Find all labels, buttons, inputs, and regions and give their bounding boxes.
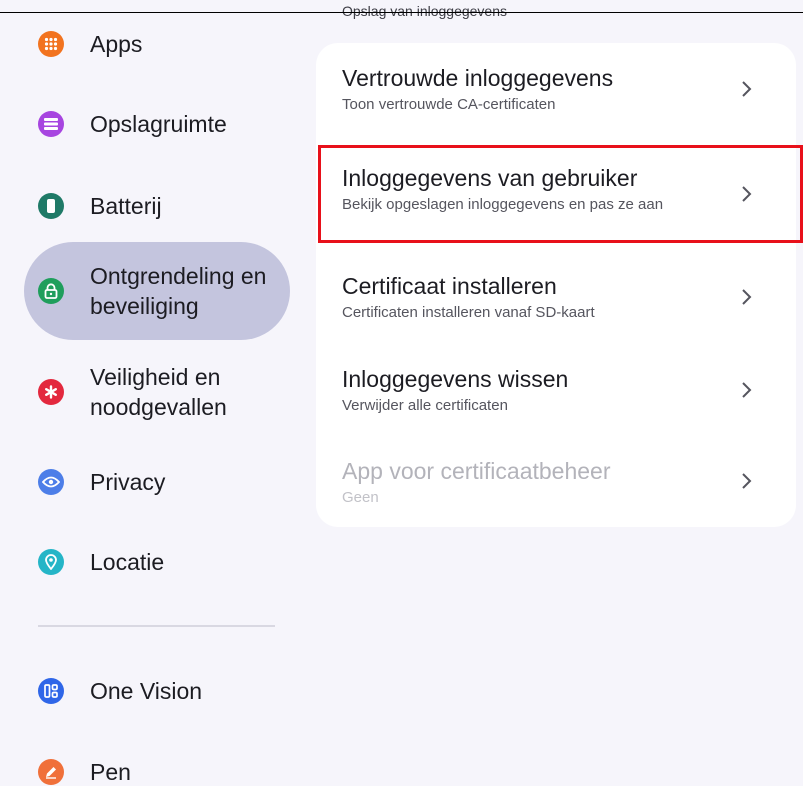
sidebar-item-ontgrendeling-beveiliging[interactable]: Ontgrendeling en beveiliging bbox=[24, 242, 290, 340]
row-certificaat-installeren[interactable]: Certificaat installeren Certificaten ins… bbox=[316, 272, 796, 322]
sidebar-divider bbox=[38, 625, 275, 627]
sidebar-item-label: Locatie bbox=[90, 549, 165, 575]
row-title: Inloggegevens van gebruiker bbox=[342, 165, 638, 191]
sidebar-item-one-vision[interactable]: One Vision bbox=[24, 673, 290, 709]
chevron-right-icon bbox=[740, 286, 754, 308]
sidebar-item-label: One Vision bbox=[90, 678, 203, 704]
row-app-voor-certificaatbeheer: App voor certificaatbeheer Geen bbox=[316, 457, 796, 507]
settings-sidebar: Apps Opslagruimte Batterij Ontgrendeling… bbox=[0, 0, 300, 786]
lock-icon bbox=[38, 278, 64, 304]
sidebar-item-pen[interactable]: Pen bbox=[24, 754, 290, 786]
sidebar-item-label: Batterij bbox=[90, 193, 162, 219]
row-title: Inloggegevens wissen bbox=[342, 366, 569, 392]
section-header: Opslag van inloggegevens bbox=[342, 3, 508, 19]
sidebar-item-label: Privacy bbox=[90, 469, 166, 495]
pen-icon bbox=[38, 759, 64, 785]
privacy-eye-icon bbox=[38, 469, 64, 495]
apps-grid-icon bbox=[38, 31, 64, 57]
row-inloggegevens-van-gebruiker[interactable]: Inloggegevens van gebruiker Bekijk opges… bbox=[316, 164, 796, 214]
row-subtitle: Toon vertrouwde CA-certificaten bbox=[342, 96, 556, 113]
sidebar-item-label: Opslagruimte bbox=[90, 111, 227, 137]
row-vertrouwde-inloggegevens[interactable]: Vertrouwde inloggegevens Toon vertrouwde… bbox=[316, 64, 796, 114]
sidebar-item-apps[interactable]: Apps bbox=[24, 26, 290, 62]
one-vision-icon bbox=[38, 678, 64, 704]
sidebar-item-label: Apps bbox=[90, 31, 143, 57]
storage-icon bbox=[38, 111, 64, 137]
row-title: App voor certificaatbeheer bbox=[342, 458, 611, 484]
battery-icon bbox=[38, 193, 64, 219]
chevron-right-icon bbox=[740, 183, 754, 205]
row-inloggegevens-wissen[interactable]: Inloggegevens wissen Verwijder alle cert… bbox=[316, 365, 796, 415]
row-title: Certificaat installeren bbox=[342, 273, 557, 299]
settings-screen: Apps Opslagruimte Batterij Ontgrendeling… bbox=[0, 0, 803, 786]
row-subtitle: Bekijk opgeslagen inloggegevens en pas z… bbox=[342, 196, 664, 213]
sidebar-item-label: Pen bbox=[90, 759, 131, 785]
sidebar-item-label: Ontgrendeling en beveiliging bbox=[90, 263, 267, 319]
sidebar-item-veiligheid-noodgevallen[interactable]: Veiligheid en noodgevallen bbox=[24, 360, 290, 424]
location-pin-icon bbox=[38, 549, 64, 575]
row-subtitle: Verwijder alle certificaten bbox=[342, 397, 508, 414]
sidebar-item-privacy[interactable]: Privacy bbox=[24, 464, 290, 500]
sidebar-item-label: Veiligheid en noodgevallen bbox=[90, 364, 227, 420]
sidebar-item-batterij[interactable]: Batterij bbox=[24, 188, 290, 224]
top-divider bbox=[0, 12, 803, 13]
chevron-right-icon bbox=[740, 470, 754, 492]
row-title: Vertrouwde inloggegevens bbox=[342, 65, 614, 91]
row-subtitle: Geen bbox=[342, 489, 379, 506]
row-subtitle: Certificaten installeren vanaf SD-kaart bbox=[342, 304, 595, 321]
sidebar-item-locatie[interactable]: Locatie bbox=[24, 544, 290, 580]
sidebar-item-opslagruimte[interactable]: Opslagruimte bbox=[24, 106, 290, 142]
chevron-right-icon bbox=[740, 78, 754, 100]
chevron-right-icon bbox=[740, 379, 754, 401]
emergency-icon bbox=[38, 379, 64, 405]
